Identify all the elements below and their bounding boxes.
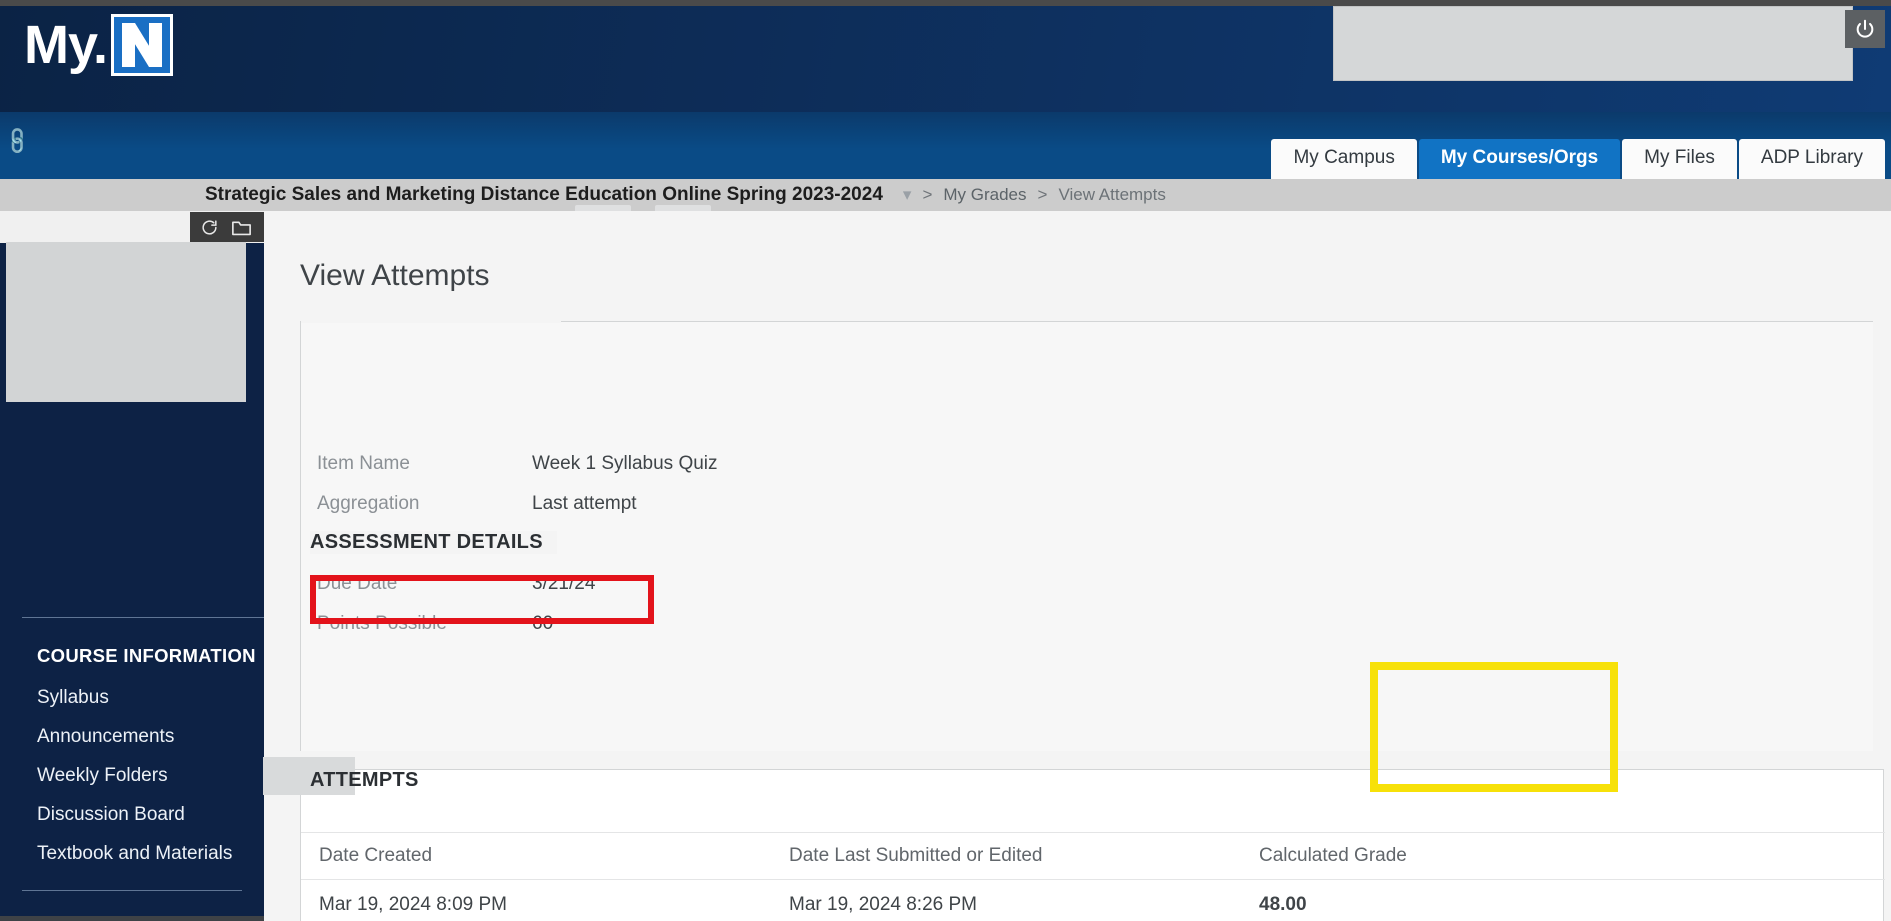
detail-row-aggregation: Aggregation Last attempt bbox=[317, 484, 1417, 524]
nav-tabs: My Campus My Courses/Orgs My Files ADP L… bbox=[1271, 139, 1885, 179]
folder-icon[interactable] bbox=[231, 218, 252, 237]
tab-my-campus[interactable]: My Campus bbox=[1271, 139, 1417, 179]
breadcrumb-separator-1: > bbox=[922, 185, 933, 204]
detail-label-points-possible: Points Possible bbox=[317, 613, 447, 634]
detail-value-points-possible: 60 bbox=[532, 613, 554, 634]
tab-assessment-details[interactable]: ASSESSMENT DETAILS bbox=[310, 531, 557, 554]
refresh-icon[interactable] bbox=[200, 218, 219, 237]
column-header-calculated-grade[interactable]: Calculated Grade bbox=[1241, 832, 1571, 880]
detail-value-due-date: 3/21/24 bbox=[532, 573, 596, 594]
page-title: View Attempts bbox=[300, 259, 490, 292]
breadcrumb-current: View Attempts bbox=[1058, 185, 1166, 204]
main-content: View Attempts Item Name Week 1 Syllabus … bbox=[264, 211, 1891, 921]
column-header-spacer bbox=[1571, 832, 1885, 880]
sidebar-toolbar bbox=[190, 212, 264, 242]
attempts-heading: ATTEMPTS bbox=[310, 769, 419, 791]
detail-value-aggregation: Last attempt bbox=[532, 493, 637, 514]
chevron-down-icon[interactable]: ▾ bbox=[903, 185, 912, 205]
sidebar-item-announcements[interactable]: Announcements bbox=[0, 718, 264, 757]
header-redacted-block bbox=[1333, 6, 1853, 81]
attempts-table: Date Created Date Last Submitted or Edit… bbox=[301, 832, 1885, 921]
detail-row-item-name: Item Name Week 1 Syllabus Quiz bbox=[317, 444, 1417, 484]
tab-my-courses-orgs[interactable]: My Courses/Orgs bbox=[1418, 139, 1621, 179]
detail-label-item-name: Item Name bbox=[317, 453, 410, 474]
logo-text: My. bbox=[24, 15, 108, 75]
site-logo[interactable]: My. bbox=[24, 14, 174, 76]
tab-my-files[interactable]: My Files bbox=[1622, 139, 1737, 179]
sidebar-redacted-block bbox=[6, 242, 246, 402]
sidebar-item-weekly-folders[interactable]: Weekly Folders bbox=[0, 757, 264, 796]
sidebar-divider-1 bbox=[22, 617, 286, 618]
link-icon[interactable]: 🔗 bbox=[1, 124, 35, 158]
logo-n-mark bbox=[111, 14, 174, 76]
breadcrumb-bar: Strategic Sales and Marketing Distance E… bbox=[0, 179, 1891, 211]
sidebar-nav: COURSE INFORMATION Syllabus Announcement… bbox=[0, 621, 264, 921]
breadcrumb-separator-2: > bbox=[1037, 185, 1048, 204]
breadcrumb-link-my-grades[interactable]: My Grades bbox=[943, 185, 1026, 205]
table-row[interactable]: Mar 19, 2024 8:09 PM Mar 19, 2024 8:26 P… bbox=[301, 880, 1885, 921]
tab-adp-library[interactable]: ADP Library bbox=[1738, 139, 1885, 179]
cell-calculated-grade: 48.00 bbox=[1259, 894, 1307, 915]
cell-date-submitted: Mar 19, 2024 8:26 PM bbox=[789, 894, 977, 915]
column-header-date-created[interactable]: Date Created bbox=[301, 832, 771, 880]
attempts-header-row: Date Created Date Last Submitted or Edit… bbox=[301, 832, 1885, 880]
detail-value-overridden-grade: 60 bbox=[532, 524, 1417, 564]
sidebar-bottom-strip bbox=[0, 916, 264, 921]
app-root: My. 🔗 My Campus My Courses/Orgs My Files… bbox=[0, 0, 1891, 921]
cell-date-created: Mar 19, 2024 8:09 PM bbox=[319, 894, 507, 915]
cell-spacer bbox=[1571, 880, 1885, 921]
detail-row-points-possible: Points Possible 60 bbox=[317, 604, 1417, 644]
sidebar-item-discussion-board[interactable]: Discussion Board bbox=[0, 796, 264, 835]
sidebar-item-textbook-and-materials[interactable]: Textbook and Materials bbox=[0, 835, 264, 874]
brand-header: My. bbox=[0, 6, 1891, 112]
detail-row-due-date: Due Date 3/21/24 bbox=[317, 564, 1417, 604]
detail-label-due-date: Due Date bbox=[317, 573, 398, 594]
sidebar-item-syllabus[interactable]: Syllabus bbox=[0, 679, 264, 718]
power-icon[interactable] bbox=[1845, 10, 1885, 48]
column-header-date-last-submitted[interactable]: Date Last Submitted or Edited bbox=[771, 832, 1241, 880]
attempts-panel: Date Created Date Last Submitted or Edit… bbox=[300, 769, 1885, 921]
primary-nav-bar: 🔗 My Campus My Courses/Orgs My Files ADP… bbox=[0, 112, 1891, 179]
course-title: Strategic Sales and Marketing Distance E… bbox=[205, 184, 883, 205]
sidebar-heading-course-information: COURSE INFORMATION bbox=[37, 645, 256, 666]
detail-label-aggregation: Aggregation bbox=[317, 493, 420, 514]
detail-value-item-name: Week 1 Syllabus Quiz bbox=[532, 453, 718, 474]
